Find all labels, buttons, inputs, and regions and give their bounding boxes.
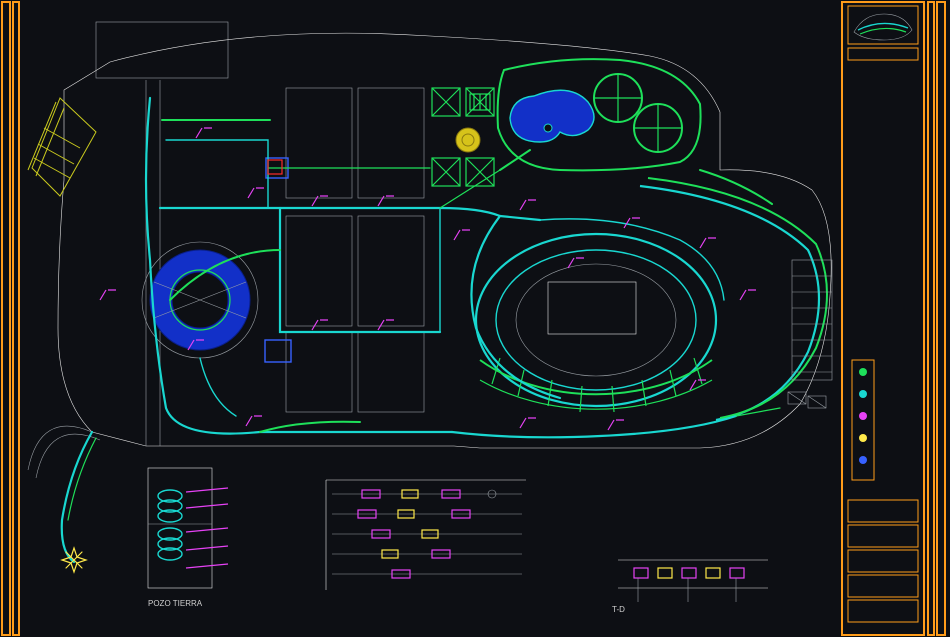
legend [852,360,874,480]
amphitheatre [476,178,832,420]
cad-model-space[interactable]: { "colors":{ "frame":"#ff9c1a","green":"… [0,0,950,637]
panel-box-2 [265,340,291,362]
drawing-svg: POZO TIERRA [0,0,950,637]
red-callout [268,160,282,174]
magenta-fixtures [100,128,756,430]
svg-text:T-D: T-D [612,605,625,614]
site-boundary [58,33,831,448]
titleblock [842,2,924,635]
courts [286,88,424,412]
detail-one-line [326,480,526,590]
pool-area [432,59,701,186]
detail-td: T-D [612,560,768,614]
svg-text:POZO TIERRA: POZO TIERRA [148,599,203,608]
ramp-nw [28,98,96,196]
detail-pozo-tierra: POZO TIERRA [148,468,228,608]
